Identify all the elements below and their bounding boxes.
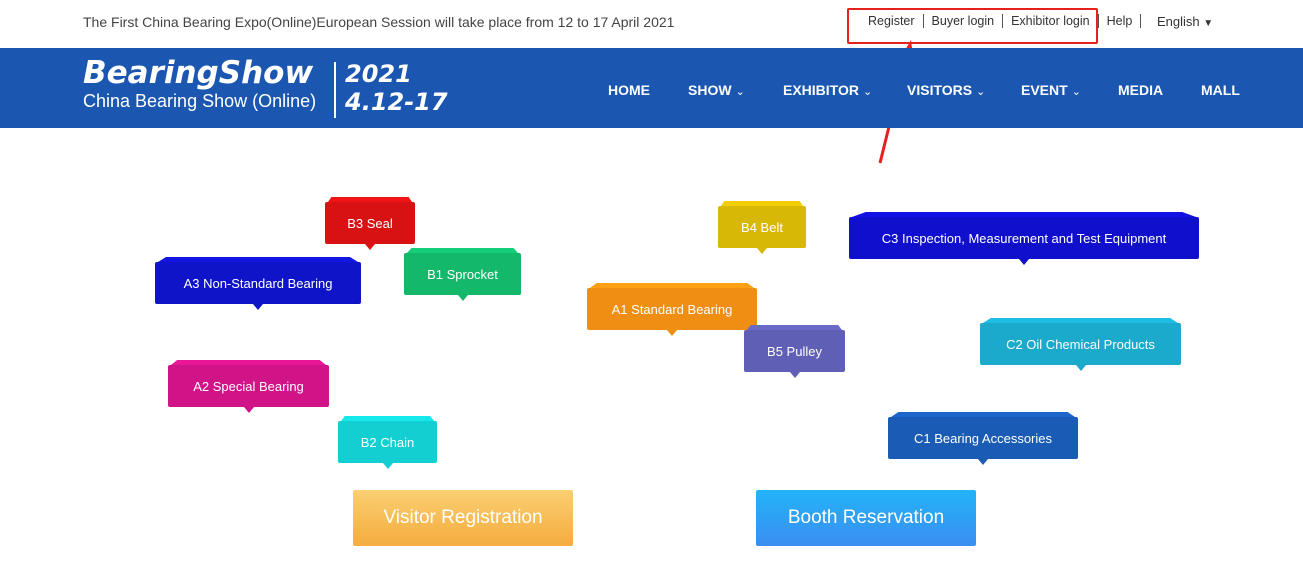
nav-visitors-label: VISITORS: [907, 82, 973, 98]
top-bar: The First China Bearing Expo(Online)Euro…: [0, 0, 1303, 48]
chevron-down-icon: ⌄: [735, 86, 745, 98]
tag-b1-sprocket[interactable]: B1 Sprocket: [404, 253, 521, 301]
nav-home[interactable]: HOME: [608, 82, 650, 98]
help-link[interactable]: Help: [1099, 14, 1141, 28]
booth-reservation-button[interactable]: Booth Reservation: [756, 490, 976, 546]
link-separator: [1140, 14, 1142, 28]
tag-c3-inspection-equipment[interactable]: C3 Inspection, Measurement and Test Equi…: [849, 217, 1199, 265]
exhibitor-login-link[interactable]: Exhibitor login: [1003, 14, 1098, 28]
announcement-text: The First China Bearing Expo(Online)Euro…: [83, 14, 675, 30]
language-selector[interactable]: English ▼: [1157, 14, 1213, 29]
tag-b4-belt[interactable]: B4 Belt: [718, 206, 806, 254]
nav-event-label: EVENT: [1021, 82, 1068, 98]
tag-a2-special-bearing[interactable]: A2 Special Bearing: [168, 365, 329, 413]
buyer-login-link[interactable]: Buyer login: [924, 14, 1003, 28]
tag-b3-seal[interactable]: B3 Seal: [325, 202, 415, 250]
tag-c1-bearing-accessories[interactable]: C1 Bearing Accessories: [888, 417, 1078, 465]
main-nav: HOME SHOW ⌄ EXHIBITOR ⌄ VISITORS ⌄ EVENT ⌄ M…: [0, 82, 1303, 102]
nav-event[interactable]: EVENT ⌄: [1021, 82, 1081, 98]
account-links: Register Buyer login Exhibitor login Hel…: [860, 14, 1142, 28]
nav-exhibitor[interactable]: EXHIBITOR ⌄: [783, 82, 872, 98]
nav-show-label: SHOW: [688, 82, 732, 98]
nav-media-label: MEDIA: [1118, 82, 1164, 98]
nav-exhibitor-label: EXHIBITOR: [783, 82, 859, 98]
main-header: BearingShow China Bearing Show (Online) …: [0, 48, 1303, 128]
chevron-down-icon: ⌄: [1071, 86, 1081, 98]
tag-c2-oil-chemical-products[interactable]: C2 Oil Chemical Products: [980, 323, 1181, 371]
chevron-down-icon: ⌄: [862, 86, 873, 98]
nav-home-label: HOME: [608, 82, 650, 98]
caret-down-icon: ▼: [1203, 18, 1214, 29]
nav-visitors[interactable]: VISITORS ⌄: [907, 82, 985, 98]
nav-show[interactable]: SHOW ⌄: [688, 82, 745, 98]
tag-b5-pulley[interactable]: B5 Pulley: [744, 330, 845, 378]
nav-media[interactable]: MEDIA: [1118, 82, 1163, 98]
nav-mall-label: MALL: [1201, 82, 1240, 98]
register-link[interactable]: Register: [860, 14, 923, 28]
visitor-registration-button[interactable]: Visitor Registration: [353, 490, 573, 546]
tag-a3-non-standard-bearing[interactable]: A3 Non-Standard Bearing: [155, 262, 361, 310]
tag-a1-standard-bearing[interactable]: A1 Standard Bearing: [587, 288, 757, 336]
nav-mall[interactable]: MALL: [1201, 82, 1240, 98]
chevron-down-icon: ⌄: [976, 86, 986, 98]
tag-b2-chain[interactable]: B2 Chain: [338, 421, 437, 469]
language-label: English: [1157, 14, 1200, 29]
